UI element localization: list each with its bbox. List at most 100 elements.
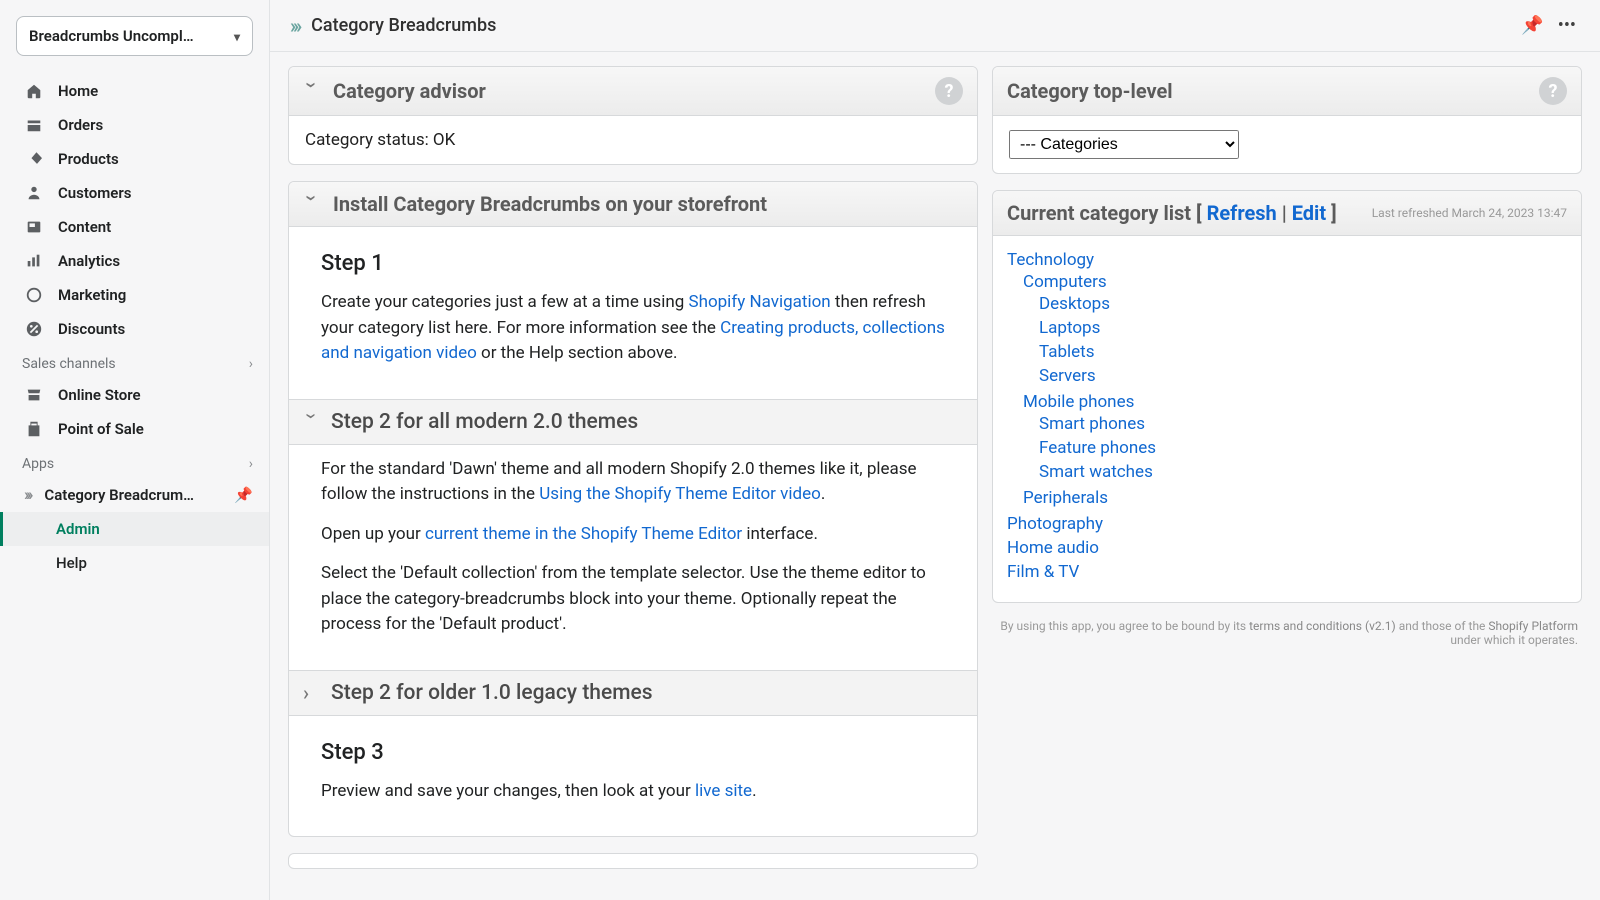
category-top-level-select[interactable]: --- Categories bbox=[1009, 130, 1239, 159]
chevron-right-icon bbox=[303, 681, 321, 705]
home-icon bbox=[24, 82, 44, 100]
chevron-right-icon: › bbox=[249, 456, 253, 472]
sidebar-item-discounts[interactable]: Discounts bbox=[0, 312, 269, 346]
category-node: Film & TV bbox=[1007, 560, 1567, 584]
sidebar-app-breadcrumbs[interactable]: ››› Category Breadcrum… 📌 bbox=[0, 478, 269, 512]
category-node: Tablets bbox=[1039, 340, 1567, 364]
apps-header[interactable]: Apps › bbox=[0, 446, 269, 478]
sales-channels-header[interactable]: Sales channels › bbox=[0, 346, 269, 378]
category-link[interactable]: Smart phones bbox=[1039, 414, 1145, 434]
refresh-link[interactable]: Refresh bbox=[1207, 201, 1277, 225]
step2-modern-toggle[interactable]: Step 2 for all modern 2.0 themes bbox=[289, 399, 977, 445]
step2-legacy-toggle[interactable]: Step 2 for older 1.0 legacy themes bbox=[289, 670, 977, 716]
sidebar-item-label: Marketing bbox=[58, 286, 126, 304]
sidebar-item-label: Products bbox=[58, 150, 119, 168]
step3-text: Preview and save your changes, then look… bbox=[321, 779, 945, 805]
category-link[interactable]: Tablets bbox=[1039, 342, 1094, 362]
category-tree: TechnologyComputersDesktops Laptops Tablet… bbox=[1007, 248, 1567, 584]
sidebar-item-label: Point of Sale bbox=[58, 420, 144, 438]
category-link[interactable]: Film & TV bbox=[1007, 562, 1079, 582]
category-node: Feature phones bbox=[1039, 436, 1567, 460]
category-node: Photography bbox=[1007, 512, 1567, 536]
help-icon[interactable]: ? bbox=[935, 77, 963, 105]
sidebar-item-analytics[interactable]: Analytics bbox=[0, 244, 269, 278]
chevron-down-icon bbox=[300, 413, 324, 431]
shopify-navigation-link[interactable]: Shopify Navigation bbox=[688, 292, 830, 312]
sidebar-item-home[interactable]: Home bbox=[0, 74, 269, 108]
theme-editor-video-link[interactable]: Using the Shopify Theme Editor video bbox=[539, 484, 821, 504]
sidebar-item-products[interactable]: Products bbox=[0, 142, 269, 176]
install-title: Install Category Breadcrumbs on your sto… bbox=[333, 192, 767, 216]
app-selector[interactable]: Breadcrumbs Uncompl… bbox=[16, 16, 253, 56]
platform-link[interactable]: Shopify Platform bbox=[1488, 619, 1578, 633]
sidebar-item-pos[interactable]: Point of Sale bbox=[0, 412, 269, 446]
sidebar-item-content[interactable]: Content bbox=[0, 210, 269, 244]
pin-icon[interactable]: 📌 bbox=[234, 486, 253, 504]
analytics-icon bbox=[24, 252, 44, 270]
category-link[interactable]: Mobile phones bbox=[1023, 392, 1134, 412]
category-list-panel: Current category list [ Refresh | Edit ]… bbox=[992, 190, 1582, 603]
category-link[interactable]: Peripherals bbox=[1023, 488, 1108, 508]
current-theme-link[interactable]: current theme in the Shopify Theme Edito… bbox=[425, 524, 742, 544]
category-link[interactable]: Technology bbox=[1007, 250, 1094, 270]
category-link[interactable]: Servers bbox=[1039, 366, 1096, 386]
edit-link[interactable]: Edit bbox=[1292, 201, 1326, 225]
content-icon bbox=[24, 218, 44, 236]
category-node: Laptops bbox=[1039, 316, 1567, 340]
terms-link[interactable]: terms and conditions (v2.1) bbox=[1249, 619, 1396, 633]
discounts-icon bbox=[24, 320, 44, 338]
category-list-header: Current category list [ Refresh | Edit ]… bbox=[993, 191, 1581, 236]
category-advisor-body: Category status: OK bbox=[289, 116, 977, 164]
top-level-header: Category top-level ? bbox=[993, 67, 1581, 116]
sidebar-item-label: Online Store bbox=[58, 386, 141, 404]
top-level-title: Category top-level bbox=[1007, 79, 1173, 103]
sidebar-item-orders[interactable]: Orders bbox=[0, 108, 269, 142]
category-node: Home audio bbox=[1007, 536, 1567, 560]
sidebar-item-label: Analytics bbox=[58, 252, 120, 270]
next-panel-peek bbox=[288, 853, 978, 869]
category-node: Servers bbox=[1039, 364, 1567, 388]
footer-note: By using this app, you agree to be bound… bbox=[992, 619, 1582, 647]
sidebar-item-label: Customers bbox=[58, 184, 131, 202]
step2-modern-p1: For the standard 'Dawn' theme and all mo… bbox=[321, 457, 945, 508]
install-panel: Install Category Breadcrumbs on your sto… bbox=[288, 181, 978, 837]
page-title: Category Breadcrumbs bbox=[311, 15, 496, 36]
topbar: ››› Category Breadcrumbs 📌 ••• bbox=[270, 0, 1600, 52]
category-node: Smart phones bbox=[1039, 412, 1567, 436]
category-advisor-header[interactable]: Category advisor ? bbox=[289, 67, 977, 116]
category-link[interactable]: Laptops bbox=[1039, 318, 1100, 338]
step3-heading: Step 3 bbox=[321, 736, 945, 769]
app-entry-label: Category Breadcrum… bbox=[44, 486, 194, 504]
install-header[interactable]: Install Category Breadcrumbs on your sto… bbox=[289, 182, 977, 227]
category-link[interactable]: Computers bbox=[1023, 272, 1107, 292]
live-site-link[interactable]: live site bbox=[695, 781, 752, 801]
category-link[interactable]: Desktops bbox=[1039, 294, 1110, 314]
subnav-help[interactable]: Help bbox=[0, 546, 269, 580]
sidebar: Breadcrumbs Uncompl… HomeOrders Products C… bbox=[0, 0, 270, 900]
sidebar-item-label: Discounts bbox=[58, 320, 125, 338]
sidebar-item-customers[interactable]: Customers bbox=[0, 176, 269, 210]
subnav-admin[interactable]: Admin bbox=[0, 512, 269, 546]
category-status-text: Category status: OK bbox=[305, 130, 455, 150]
category-node: Mobile phonesSmart phones Feature phones S… bbox=[1023, 390, 1567, 486]
category-link[interactable]: Home audio bbox=[1007, 538, 1099, 558]
category-link[interactable]: Smart watches bbox=[1039, 462, 1153, 482]
customers-icon bbox=[24, 184, 44, 202]
pin-button[interactable]: 📌 bbox=[1521, 15, 1543, 36]
step2-modern-heading: Step 2 for all modern 2.0 themes bbox=[331, 410, 638, 434]
category-link[interactable]: Photography bbox=[1007, 514, 1103, 534]
step2-legacy-heading: Step 2 for older 1.0 legacy themes bbox=[331, 681, 653, 705]
sidebar-item-online[interactable]: Online Store bbox=[0, 378, 269, 412]
category-link[interactable]: Feature phones bbox=[1039, 438, 1156, 458]
products-icon bbox=[24, 150, 44, 168]
help-icon[interactable]: ? bbox=[1539, 77, 1567, 105]
chevron-right-icon: › bbox=[249, 356, 253, 372]
pos-icon bbox=[24, 420, 44, 438]
more-button[interactable]: ••• bbox=[1558, 15, 1576, 36]
apps-label: Apps bbox=[22, 456, 54, 472]
sidebar-item-marketing[interactable]: Marketing bbox=[0, 278, 269, 312]
step2-modern-p3: Select the 'Default collection' from the… bbox=[321, 561, 945, 638]
category-node: ComputersDesktops Laptops Tablets Servers bbox=[1023, 270, 1567, 390]
top-level-panel: Category top-level ? --- Categories bbox=[992, 66, 1582, 174]
app-selector-label: Breadcrumbs Uncompl… bbox=[29, 27, 194, 45]
